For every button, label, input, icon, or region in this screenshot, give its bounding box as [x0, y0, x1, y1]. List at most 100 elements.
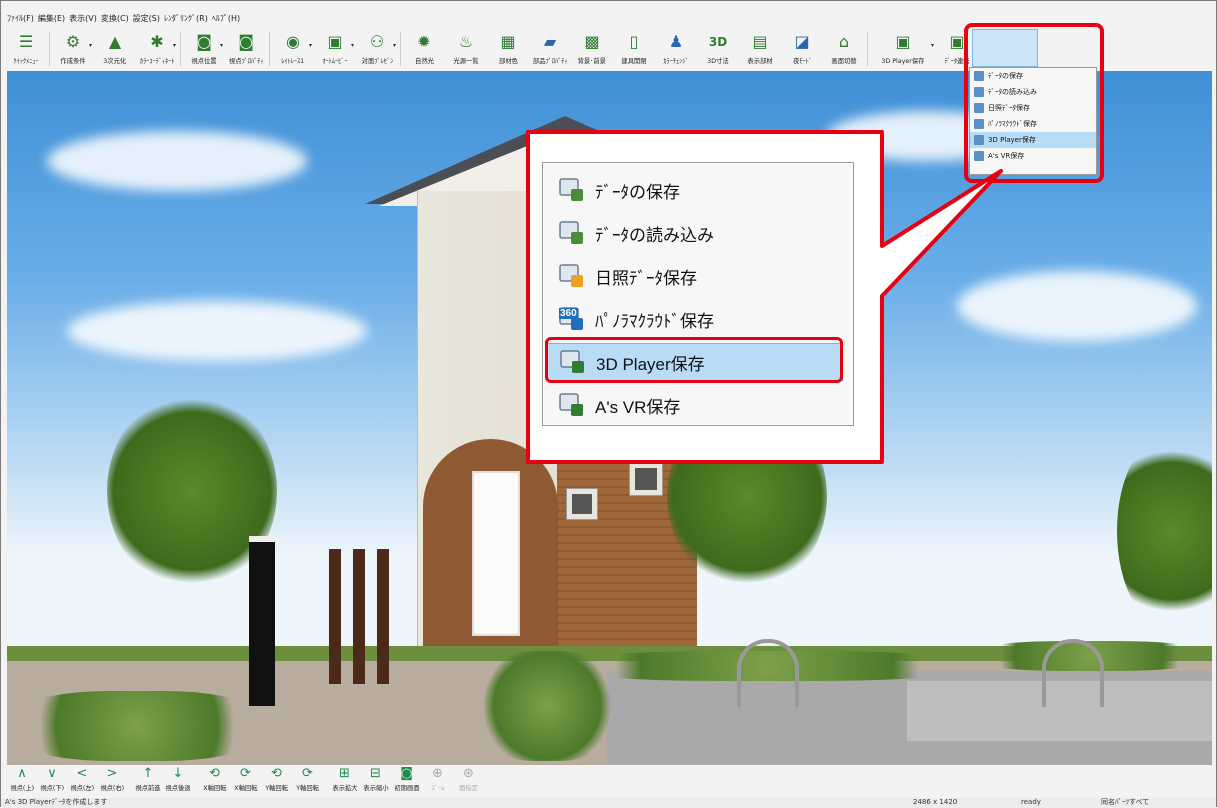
- data-save-icon: [559, 177, 585, 203]
- menu-item-label: A's VR保存: [595, 397, 681, 417]
- tree: [1117, 431, 1212, 631]
- nav-button[interactable]: ∨ 視点(下): [37, 765, 67, 793]
- toolbar-button-label: 光源一覧: [453, 57, 479, 65]
- color-change-icon: ♟: [668, 32, 684, 51]
- nav-button[interactable]: ⟲ X軸回転: [199, 765, 230, 793]
- nav-button[interactable]: > 視点(右): [97, 765, 127, 793]
- 360-badge: 360: [559, 308, 578, 319]
- toolbar-button-label: 視点位置: [191, 57, 217, 65]
- nav-button[interactable]: ◙ 初期画面: [391, 765, 422, 793]
- menu-item[interactable]: 設定(S): [133, 14, 160, 23]
- nav-icon: ⊕: [432, 766, 443, 781]
- menu-item[interactable]: A's VR保存: [547, 386, 843, 424]
- toolbar-button-label: 対面ﾌﾟﾚｾﾞﾝ: [361, 57, 393, 65]
- toolbar-button[interactable]: ⌂ 画面切替: [823, 28, 865, 70]
- toolbar-button[interactable]: ◙ 視点ﾌﾟﾛﾊﾟﾃｨ: [225, 28, 267, 70]
- toolbar-button[interactable]: ✹ 自然光: [403, 28, 445, 70]
- toolbar-separator: [180, 32, 181, 66]
- nav-icon: ⟳: [240, 766, 251, 781]
- display-member-icon: ▤: [752, 32, 768, 51]
- dropdown-arrow-icon[interactable]: ▾: [173, 42, 176, 49]
- dropdown-arrow-icon[interactable]: ▾: [393, 42, 396, 49]
- toolbar-button[interactable]: ▦ 部材色: [487, 28, 529, 70]
- menu-item-label: ﾊﾟﾉﾗﾏｸﾗｳﾄﾞ保存: [595, 311, 714, 331]
- menu-item[interactable]: ﾃﾞｰﾀの読み込み: [547, 214, 843, 252]
- app-window: ﾌｧｲﾙ(F) 編集(E) 表示(V) 変換(C) 設定(S) ﾚﾝﾀﾞﾘﾝｸﾞ(R) ﾍﾙ…: [0, 0, 1217, 808]
- highlight-frame: [964, 23, 1104, 183]
- background-icon: ▩: [584, 32, 600, 51]
- toolbar-button-label: 視点ﾌﾟﾛﾊﾟﾃｨ: [228, 57, 264, 65]
- color-coordinate-icon: ✱: [150, 32, 164, 51]
- nav-button-label: 視点後退: [165, 784, 191, 792]
- nav-button[interactable]: ⊟ 表示縮小: [360, 765, 391, 793]
- menu-item-label: ﾃﾞｰﾀの保存: [595, 182, 680, 202]
- menu-item[interactable]: 日照ﾃﾞｰﾀ保存: [547, 257, 843, 295]
- raytrace-icon: ◉: [286, 32, 300, 51]
- menu-item[interactable]: ﾚﾝﾀﾞﾘﾝｸﾞ(R): [164, 14, 208, 23]
- toolbar-button-label: 夜ﾓｰﾄﾞ: [792, 57, 812, 65]
- dropdown-arrow-icon[interactable]: ▾: [220, 42, 223, 49]
- dropdown-arrow-icon[interactable]: ▾: [351, 42, 354, 49]
- hamburger-icon: ☰: [18, 32, 34, 51]
- toolbar-button[interactable]: ♟ ｶﾗｰﾁｪﾝｼﾞ: [655, 28, 697, 70]
- toolbar-button[interactable]: ▣ 3D Player保存 ▾: [870, 28, 936, 70]
- menu-item[interactable]: ﾃﾞｰﾀの保存: [547, 171, 843, 209]
- gate-post: [249, 536, 275, 706]
- toolbar-button[interactable]: ◙ 視点位置 ▾: [183, 28, 225, 70]
- nav-icon: ∨: [47, 766, 57, 781]
- nav-button[interactable]: ⟳ Y軸回転: [292, 765, 323, 793]
- menu-item[interactable]: 360 ﾊﾟﾉﾗﾏｸﾗｳﾄﾞ保存: [547, 300, 843, 338]
- nav-button[interactable]: < 視点(左): [67, 765, 97, 793]
- menu-item[interactable]: ﾍﾙﾌﾟ(H): [212, 14, 240, 23]
- toolbar-button[interactable]: ⚙ 作成条件 ▾: [52, 28, 94, 70]
- toolbar-button[interactable]: ▯ 建具開閉: [613, 28, 655, 70]
- 3d-dimension-icon: 3D: [708, 35, 728, 49]
- cloud: [67, 301, 367, 361]
- toolbar-button-label: 自然光: [414, 57, 434, 65]
- wood-post: [353, 549, 365, 684]
- toolbar-button-label: ｸｲｯｸﾒﾆｭｰ: [13, 57, 39, 65]
- tree: [667, 401, 827, 591]
- toolbar-button[interactable]: 3D 3D寸法: [697, 28, 739, 70]
- cloud: [957, 271, 1197, 341]
- nav-button[interactable]: ⊛ 面指定: [453, 765, 484, 793]
- zoomed-save-menu: ﾃﾞｰﾀの保存 ﾃﾞｰﾀの読み込み 日照ﾃﾞｰﾀ保存 360 ﾊﾟﾉﾗﾏｸﾗｳﾄﾞ保存 3…: [542, 162, 854, 426]
- toolbar-button-label: 表示部材: [747, 57, 773, 65]
- nav-button[interactable]: ⟲ Y軸回転: [261, 765, 292, 793]
- toolbar-button[interactable]: ◪ 夜ﾓｰﾄﾞ: [781, 28, 823, 70]
- menu-item[interactable]: 編集(E): [38, 14, 65, 23]
- house-window: [567, 489, 597, 519]
- toolbar-button[interactable]: ▰ 部品ﾌﾟﾛﾊﾟﾃｨ: [529, 28, 571, 70]
- toolbar-button[interactable]: ▲ 3次元化: [94, 28, 136, 70]
- nav-button[interactable]: ↑ 視点前進: [133, 765, 163, 793]
- nav-button[interactable]: ⊞ 表示拡大: [329, 765, 360, 793]
- nav-icon: ∧: [17, 766, 27, 781]
- status-mode: 同名ﾊﾟｰﾂすべて: [1101, 798, 1150, 806]
- toolbar-button[interactable]: ⚇ 対面ﾌﾟﾚｾﾞﾝ ▾: [356, 28, 398, 70]
- nav-button-label: 表示縮小: [362, 784, 389, 792]
- dropdown-arrow-icon[interactable]: ▾: [931, 42, 934, 49]
- toolbar-button[interactable]: ◉ ﾚｲﾄﾚｰｽ1 ▾: [272, 28, 314, 70]
- dropdown-arrow-icon[interactable]: ▾: [89, 42, 92, 49]
- nav-button-label: 視点(上): [10, 784, 34, 792]
- menu-item[interactable]: 表示(V): [69, 14, 97, 23]
- nav-button[interactable]: ∧ 視点(上): [7, 765, 37, 793]
- menu-item[interactable]: 変換(C): [101, 14, 129, 23]
- toolbar-button-label: 部品ﾌﾟﾛﾊﾟﾃｨ: [532, 57, 568, 65]
- toolbar-button[interactable]: ▤ 表示部材: [739, 28, 781, 70]
- toolbar-button[interactable]: ▩ 背景･前景: [571, 28, 613, 70]
- toolbar-button[interactable]: ▣ ｵｰﾄﾑｰﾋﾞｰ ▾: [314, 28, 356, 70]
- data-load-icon: [559, 220, 585, 246]
- toolbar-button[interactable]: ✱ ｶﾗｰｺｰﾃﾞｨﾈｰﾄ ▾: [136, 28, 178, 70]
- status-message: A's 3D Playerﾃﾞｰﾀを作成します: [5, 798, 108, 806]
- dropdown-arrow-icon[interactable]: ▾: [309, 42, 312, 49]
- toolbar-button-label: 建具開閉: [621, 57, 647, 65]
- toolbar-button-label: 3D寸法: [707, 57, 729, 65]
- nav-button[interactable]: ↓ 視点後退: [163, 765, 193, 793]
- menu-item[interactable]: ﾌｧｲﾙ(F): [7, 14, 34, 23]
- toolbar-button-label: 3次元化: [103, 57, 127, 65]
- toolbar-button[interactable]: ♨ 光源一覧: [445, 28, 487, 70]
- nav-button[interactable]: ⊕ ｽﾞｰﾑ: [422, 765, 453, 793]
- nav-button[interactable]: ⟳ X軸回転: [230, 765, 261, 793]
- toolbar-button[interactable]: ☰ ｸｲｯｸﾒﾆｭｰ: [5, 28, 47, 70]
